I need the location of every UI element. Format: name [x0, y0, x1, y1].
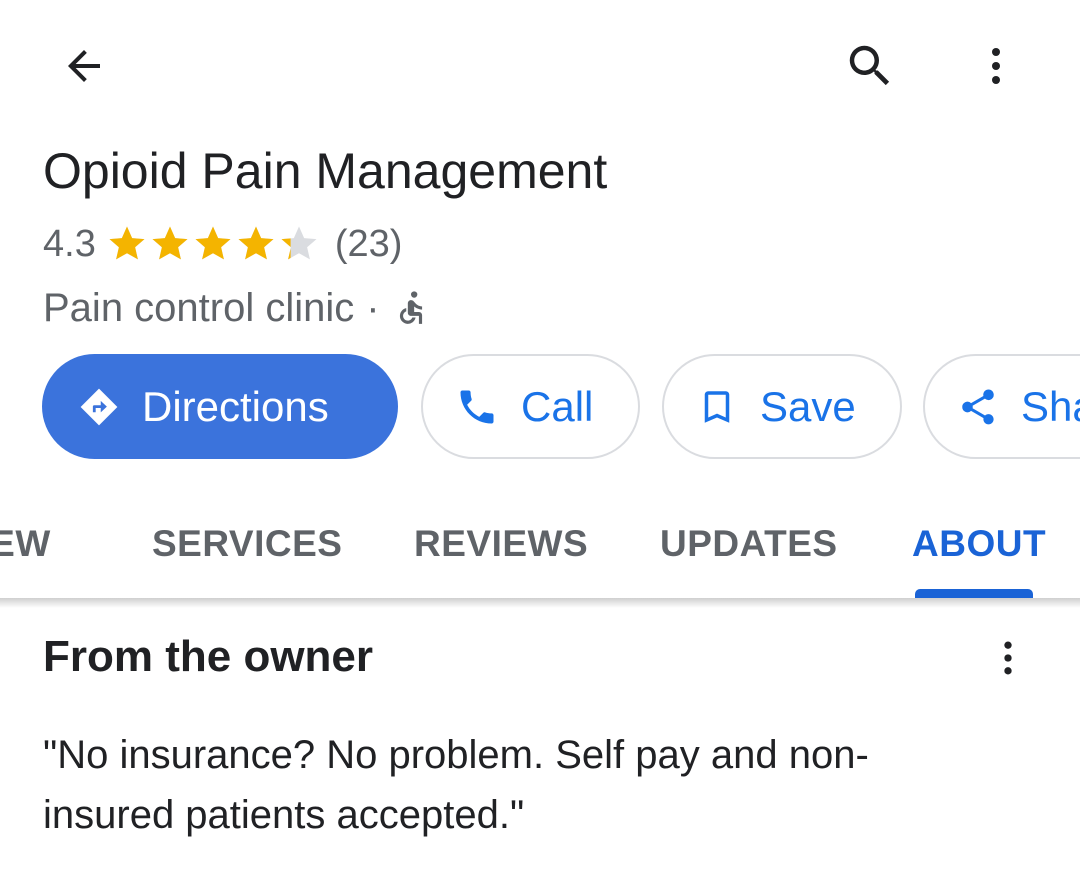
- share-label: Share: [1021, 382, 1080, 430]
- star-icon: [235, 223, 277, 265]
- save-button[interactable]: Save: [662, 354, 902, 459]
- back-button[interactable]: [56, 40, 112, 96]
- tab-overview-label: OVERVIEW: [0, 523, 51, 564]
- place-category: Pain control clinic: [43, 285, 355, 330]
- owner-section-more-button[interactable]: [978, 630, 1038, 690]
- star-rating: [106, 223, 321, 265]
- wheelchair-accessible-icon[interactable]: [392, 287, 430, 329]
- search-icon: [843, 39, 897, 98]
- place-title: Opioid Pain Management: [43, 143, 608, 199]
- review-count: (23): [334, 222, 403, 265]
- owner-description: "No insurance? No problem. Self pay and …: [43, 733, 869, 837]
- arrow-back-icon: [60, 42, 108, 95]
- selected-tab-indicator: [915, 589, 1033, 598]
- phone-icon: [455, 385, 499, 429]
- tab-about[interactable]: ABOUT: [912, 514, 1046, 574]
- star-icon: [106, 223, 148, 265]
- tab-overview[interactable]: OVERVIEW: [0, 514, 51, 574]
- star-icon: [278, 223, 320, 265]
- more-vert-icon: [986, 636, 1030, 685]
- tab-divider: [0, 598, 1080, 608]
- save-label: Save: [760, 382, 856, 430]
- rating-value: 4.3: [43, 222, 96, 265]
- call-button[interactable]: Call: [421, 354, 640, 459]
- separator: ·: [366, 285, 380, 330]
- directions-icon: [78, 386, 120, 428]
- share-button[interactable]: Share: [923, 354, 1080, 459]
- directions-button[interactable]: Directions: [42, 354, 398, 459]
- rating-row[interactable]: 4.3 (23): [43, 219, 402, 269]
- tab-reviews[interactable]: REVIEWS: [414, 514, 588, 574]
- tab-services[interactable]: SERVICES: [152, 514, 342, 574]
- bookmark-icon: [696, 384, 738, 430]
- tab-updates[interactable]: UPDATES: [660, 514, 838, 574]
- star-icon: [192, 223, 234, 265]
- more-vert-icon: [972, 42, 1020, 95]
- owner-section-title: From the owner: [43, 632, 374, 681]
- more-options-button[interactable]: [966, 38, 1026, 98]
- star-icon: [149, 223, 191, 265]
- category-row: Pain control clinic ·: [43, 281, 430, 335]
- directions-label: Directions: [142, 382, 329, 430]
- place-page: Opioid Pain Management 4.3 (23) Pain con…: [0, 0, 1080, 875]
- share-icon: [957, 386, 999, 428]
- tab-bar: OVERVIEW SERVICES REVIEWS UPDATES ABOUT: [0, 490, 1080, 600]
- call-label: Call: [521, 382, 594, 430]
- search-button[interactable]: [840, 38, 900, 98]
